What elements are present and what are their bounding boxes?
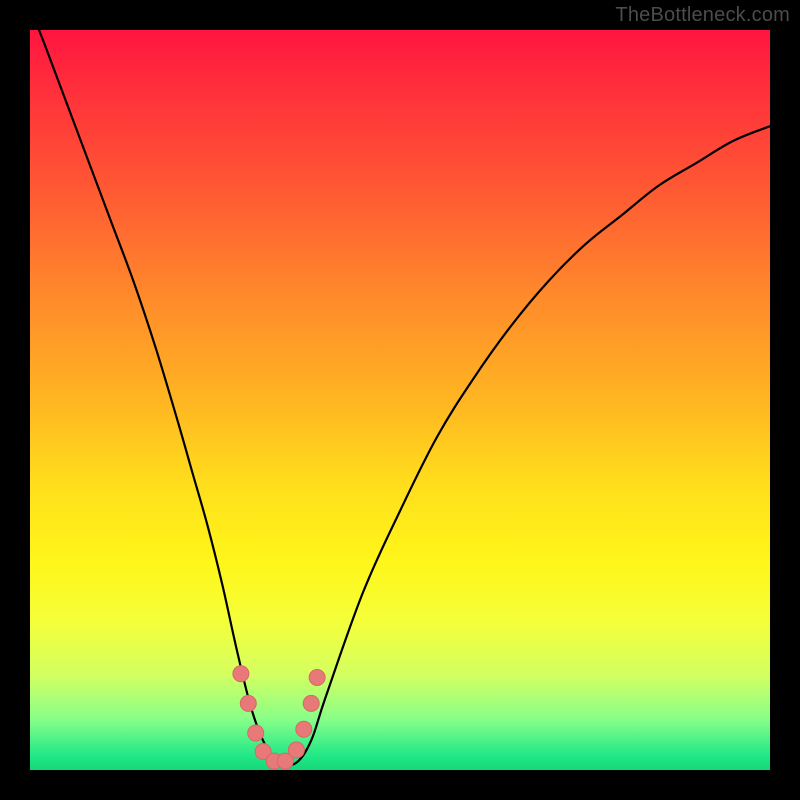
bottleneck-curve [30, 30, 770, 765]
highlight-dot [288, 742, 304, 758]
highlight-dot [248, 725, 264, 741]
highlight-dot [296, 721, 312, 737]
highlight-dot [240, 695, 256, 711]
plot-area [30, 30, 770, 770]
highlight-dot [309, 670, 325, 686]
watermark-text: TheBottleneck.com [615, 4, 790, 27]
highlight-dot [233, 666, 249, 682]
curve-layer [30, 30, 770, 770]
highlight-dot [303, 695, 319, 711]
highlight-dots [233, 666, 325, 769]
chart-frame: TheBottleneck.com [0, 0, 800, 800]
